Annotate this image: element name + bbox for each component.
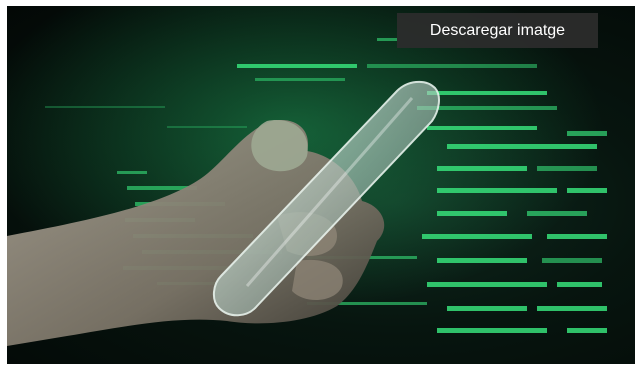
image-frame [7, 6, 635, 364]
download-image-button[interactable]: Descaregar imatge [397, 13, 598, 48]
hacker-phone-photo [7, 6, 635, 364]
